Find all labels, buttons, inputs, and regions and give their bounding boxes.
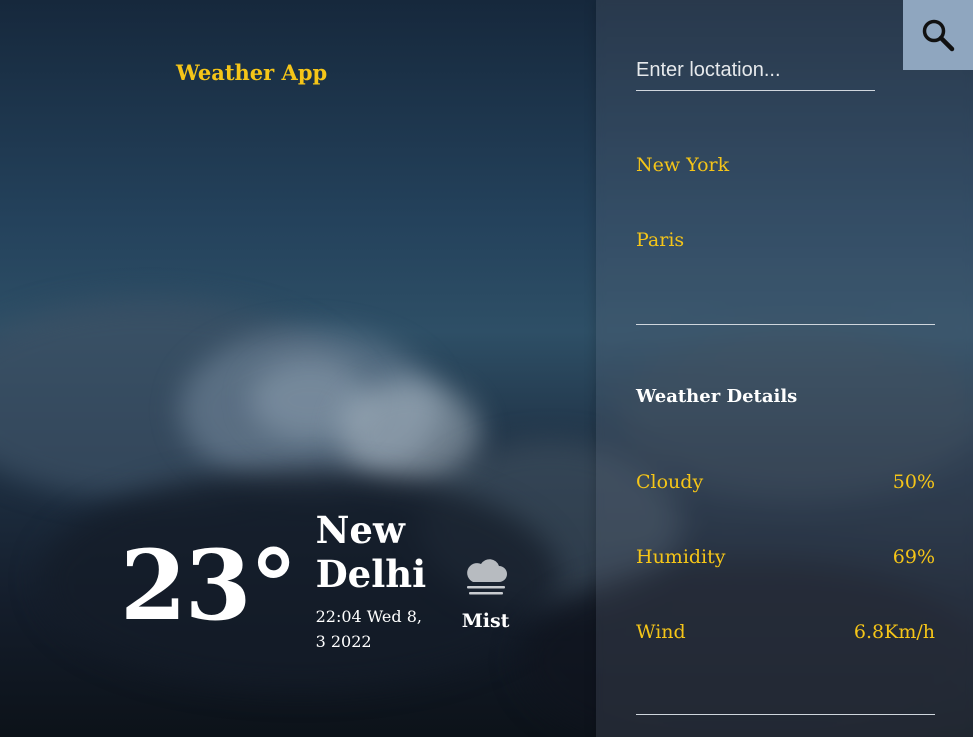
divider xyxy=(636,324,935,325)
search-icon xyxy=(922,19,955,52)
weather-app: Weather App 23° New Delhi 22:04 Wed 8, 3… xyxy=(0,0,973,737)
detail-row-humidity: Humidity 69% xyxy=(636,546,935,568)
city-name: New Delhi xyxy=(315,508,427,596)
detail-label: Humidity xyxy=(636,546,726,568)
weather-condition: Mist xyxy=(456,556,516,632)
detail-label: Wind xyxy=(636,621,686,643)
search-button[interactable] xyxy=(903,0,973,70)
location-search-input[interactable] xyxy=(636,50,875,91)
condition-label: Mist xyxy=(461,610,510,632)
detail-label: Cloudy xyxy=(636,471,704,493)
detail-value: 69% xyxy=(892,546,935,568)
city-block: New Delhi 22:04 Wed 8, 3 2022 xyxy=(316,508,436,654)
side-panel: New York Paris Weather Details Cloudy 50… xyxy=(596,0,973,737)
detail-value: 50% xyxy=(892,471,935,493)
detail-row-cloudy: Cloudy 50% xyxy=(636,471,935,493)
weather-details-title: Weather Details xyxy=(636,386,798,407)
date-time: 22:04 Wed 8, 3 2022 xyxy=(315,607,422,651)
location-item-new-york[interactable]: New York xyxy=(636,154,729,176)
divider xyxy=(636,714,935,715)
temperature: 23° xyxy=(120,529,298,642)
cloud-icon xyxy=(466,559,507,595)
location-item-paris[interactable]: Paris xyxy=(636,229,684,251)
detail-row-wind: Wind 6.8Km/h xyxy=(636,621,935,643)
current-weather: 23° New Delhi 22:04 Wed 8, 3 2022 Mist xyxy=(120,508,516,654)
app-title: Weather App xyxy=(176,60,328,85)
detail-value: 6.8Km/h xyxy=(853,621,935,643)
